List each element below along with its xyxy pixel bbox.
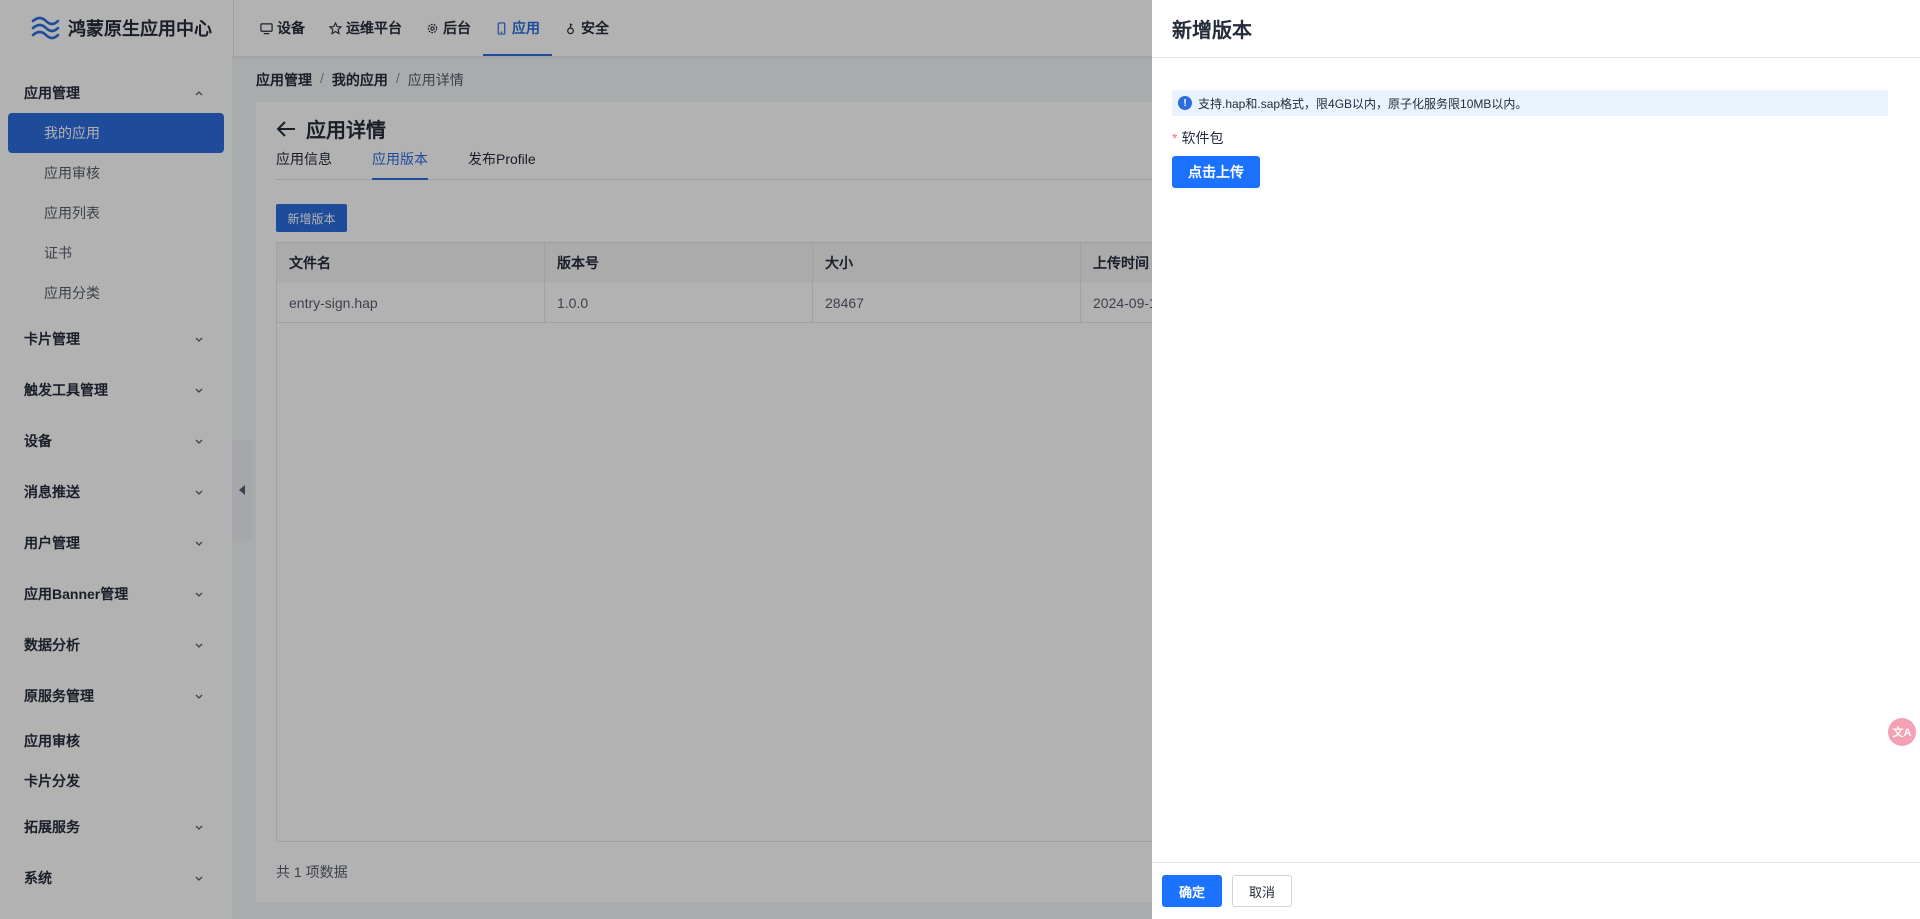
add-version-drawer: 新增版本 ! 支持.hap和.sap格式，限4GB以内，原子化服务限10MB以内… xyxy=(1152,0,1920,919)
drawer-mask[interactable] xyxy=(0,0,1152,919)
info-icon: ! xyxy=(1178,96,1192,110)
info-text: 支持.hap和.sap格式，限4GB以内，原子化服务限10MB以内。 xyxy=(1198,96,1528,111)
cancel-button[interactable]: 取消 xyxy=(1232,875,1292,907)
package-field-label: * 软件包 xyxy=(1172,128,1223,148)
required-mark: * xyxy=(1172,130,1178,146)
drawer-title: 新增版本 xyxy=(1152,0,1920,58)
confirm-button[interactable]: 确定 xyxy=(1162,875,1222,907)
package-label-text: 软件包 xyxy=(1181,130,1224,146)
translate-icon[interactable]: 文A xyxy=(1888,718,1916,746)
drawer-footer: 确定 取消 xyxy=(1152,862,1920,919)
info-alert: ! 支持.hap和.sap格式，限4GB以内，原子化服务限10MB以内。 xyxy=(1172,90,1888,116)
upload-button[interactable]: 点击上传 xyxy=(1172,156,1260,188)
